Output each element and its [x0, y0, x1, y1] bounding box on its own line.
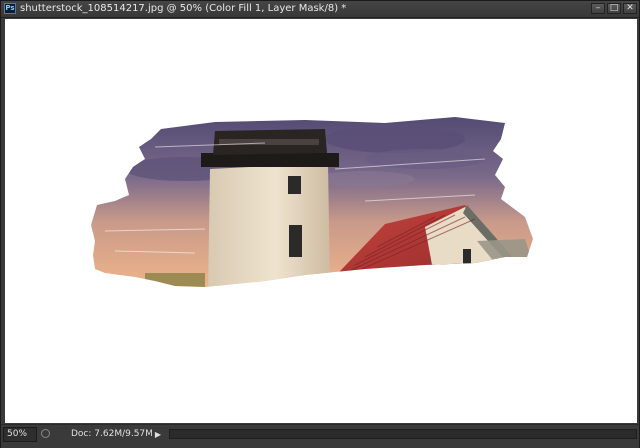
minimize-button[interactable]: – [591, 3, 605, 14]
restore-icon: □ [609, 3, 619, 13]
zoom-field[interactable]: 50% [3, 427, 37, 442]
horizontal-scrollbar[interactable] [169, 429, 637, 439]
status-bar: 50% Doc: 7.62M/9.57M ▶ [1, 424, 639, 448]
close-icon: ✕ [626, 3, 634, 13]
arrow-right-icon[interactable]: ▶ [151, 428, 165, 441]
status-icon[interactable] [41, 429, 50, 438]
photoshop-icon: Ps [4, 3, 16, 14]
document-info: Doc: 7.62M/9.57M [71, 429, 153, 439]
document-window: Ps shutterstock_108514217.jpg @ 50% (Col… [0, 0, 640, 448]
document-canvas[interactable] [5, 19, 637, 423]
restore-button[interactable]: □ [607, 3, 621, 14]
document-title: shutterstock_108514217.jpg @ 50% (Color … [20, 3, 347, 14]
minimize-icon: – [595, 3, 601, 13]
close-button[interactable]: ✕ [623, 3, 637, 14]
title-bar[interactable]: Ps shutterstock_108514217.jpg @ 50% (Col… [1, 1, 639, 18]
photo-artwork [91, 117, 533, 287]
